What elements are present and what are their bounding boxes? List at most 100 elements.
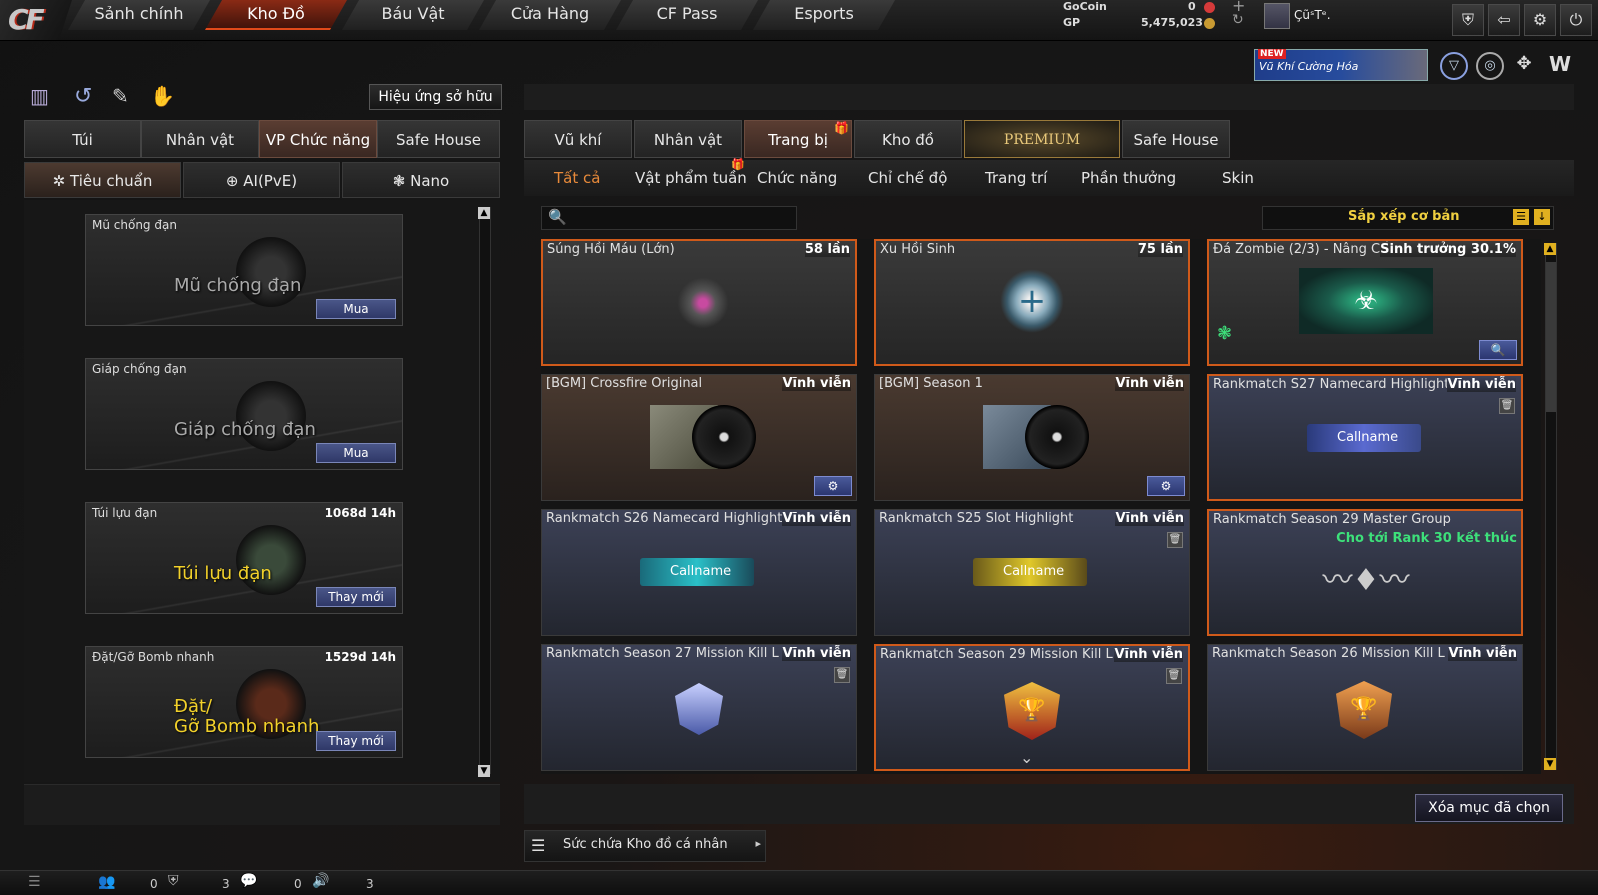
left-scroll-down[interactable]: ▼	[478, 765, 490, 777]
subtab-ai-pve[interactable]: ⊕ AI(PvE)	[183, 162, 340, 198]
shield-icon[interactable]: ⛨	[1452, 4, 1484, 36]
nav-tab-treasure[interactable]: Báu Vật	[342, 0, 484, 30]
renew-button[interactable]: Thay mới	[316, 731, 396, 751]
card-big-label: Mũ chống đạn	[174, 275, 302, 296]
trash-icon[interactable]: 🗑	[1167, 532, 1183, 548]
chat-icon[interactable]: 💬	[240, 873, 257, 889]
inventory-item[interactable]: Rankmatch Season 29 Master Group Cho tới…	[1207, 509, 1523, 636]
nav-tab-shop[interactable]: Cửa Hàng	[479, 0, 621, 30]
gear-icon[interactable]: ⚙	[1524, 4, 1556, 36]
speaker-count: 3	[366, 877, 374, 891]
nav-tab-cf-pass[interactable]: CF Pass	[616, 0, 758, 30]
menu-list-icon[interactable]: ☰	[28, 874, 41, 890]
inventory-item[interactable]: Rankmatch S26 Namecard Highlight Vĩnh vi…	[541, 509, 857, 636]
right-tab-premium[interactable]: PREMIUM	[964, 120, 1120, 158]
function-card-grenade-pouch[interactable]: Túi lựu đạn 1068d 14h Túi lựu đạn Thay m…	[85, 502, 403, 614]
subtab-decoration[interactable]: Trang trí	[985, 169, 1047, 187]
chevron-down-icon[interactable]: ⌄	[1020, 748, 1033, 767]
right-tab-equipment[interactable]: Trang bị 🎁	[744, 120, 852, 158]
trash-icon[interactable]: 🗑	[1166, 668, 1182, 684]
ranking-icon[interactable]: ▥	[30, 84, 49, 108]
right-tab-safe-house[interactable]: Safe House	[1122, 120, 1230, 158]
inventory-item[interactable]: Rankmatch Season 27 Mission Kill L Vĩnh …	[541, 644, 857, 771]
effects-owned-button[interactable]: Hiệu ứng sở hữu	[369, 84, 502, 110]
left-tab-bag[interactable]: Túi	[24, 120, 141, 158]
settings-button[interactable]: ⚙	[1147, 476, 1185, 496]
speaker-icon[interactable]: 🔊	[312, 873, 329, 889]
inventory-item[interactable]: Rankmatch S27 Namecard Highlight Vĩnh vi…	[1207, 374, 1523, 501]
chevron-right-icon[interactable]: ▸	[755, 837, 761, 850]
gift-icon: 🎁	[834, 121, 849, 135]
right-tab-storage[interactable]: Kho đồ	[854, 120, 962, 158]
inventory-item[interactable]: Đá Zombie (2/3) - Nâng Cấp Sinh trưởng 3…	[1207, 239, 1523, 366]
settings-button[interactable]: ⚙	[814, 476, 852, 496]
left-tab-character[interactable]: Nhân vật	[141, 120, 259, 158]
right-tab-characters[interactable]: Nhân vật	[634, 120, 742, 158]
delete-selected-button[interactable]: Xóa mục đã chọn	[1415, 794, 1563, 822]
globe-icon[interactable]: ◎	[1476, 52, 1504, 80]
friends-count: 0	[150, 877, 158, 891]
grid-scroll-thumb[interactable]	[1546, 262, 1556, 412]
grid-scroll-down[interactable]: ▼	[1544, 758, 1556, 770]
sort-dropdown[interactable]: Sắp xếp cơ bản ☰ ↓	[1262, 206, 1554, 230]
nav-tab-esports[interactable]: Esports	[753, 0, 895, 30]
badge-icon[interactable]: ▽	[1440, 52, 1468, 80]
crosshair-icon[interactable]: ✥	[1512, 52, 1536, 76]
cf-logo[interactable]: CF	[0, 0, 72, 40]
nav-tab-inventory[interactable]: Kho Đồ	[205, 0, 347, 30]
renew-button[interactable]: Thay mới	[316, 587, 396, 607]
magnify-button[interactable]: 🔍	[1479, 340, 1517, 360]
item-name: Rankmatch Season 26 Mission Kill L	[1212, 646, 1445, 661]
subtab-nano[interactable]: ❃ Nano	[342, 162, 500, 198]
friends-icon[interactable]: 👥	[98, 874, 115, 890]
refresh-icon[interactable]: ↻	[1232, 12, 1244, 28]
subtab-skin[interactable]: Skin	[1222, 169, 1254, 187]
trash-icon[interactable]: 🗑	[1499, 398, 1515, 414]
sparkle-icon: ✲	[52, 172, 70, 190]
inventory-item[interactable]: [BGM] Season 1 Vĩnh viễn ⚙	[874, 374, 1190, 501]
left-scrollbar[interactable]	[479, 207, 491, 774]
subtab-mode-only[interactable]: Chỉ chế độ	[868, 169, 947, 187]
glove-icon[interactable]: ✋	[150, 84, 175, 108]
item-extra: Cho tới Rank 30 kết thúc	[1336, 531, 1517, 546]
grid-scroll-up[interactable]: ▲	[1544, 243, 1556, 255]
history-icon[interactable]: ↺	[74, 84, 92, 109]
function-card-quick-bomb[interactable]: Đặt/Gỡ Bomb nhanh 1529d 14h Đặt/ Gỡ Bomb…	[85, 646, 403, 758]
power-icon[interactable]: ⏻	[1560, 4, 1592, 36]
subtab-functional[interactable]: Chức năng	[757, 169, 837, 187]
search-input[interactable]: 🔍	[541, 206, 797, 230]
inventory-item[interactable]: Xu Hồi Sinh 75 lần +	[874, 239, 1190, 366]
function-card-helmet[interactable]: Mũ chống đạn Mũ chống đạn Mua	[85, 214, 403, 326]
function-card-armor[interactable]: Giáp chống đạn Giáp chống đạn Mua	[85, 358, 403, 470]
inventory-item[interactable]: Rankmatch Season 26 Mission Kill L Vĩnh …	[1207, 644, 1523, 771]
left-scroll-up[interactable]: ▲	[478, 207, 490, 219]
subtab-all[interactable]: Tất cả	[554, 169, 600, 187]
clan-shield-icon[interactable]: ⛨	[168, 873, 179, 889]
item-status: 58 lần	[804, 242, 850, 257]
trash-icon[interactable]: 🗑	[834, 667, 850, 683]
character-edit-icon[interactable]: ✎	[112, 84, 129, 108]
subtab-standard[interactable]: ✲ Tiêu chuẩn	[24, 162, 181, 198]
exit-room-icon[interactable]: ⇦	[1488, 4, 1520, 36]
inventory-item[interactable]: Súng Hồi Máu (Lớn) 58 lần	[541, 239, 857, 366]
card-duration: 1068d 14h	[324, 506, 396, 520]
sort-direction-icon[interactable]: ↓	[1534, 209, 1550, 225]
item-name: Rankmatch S27 Namecard Highlight	[1213, 377, 1450, 392]
list-view-icon[interactable]: ☰	[1513, 209, 1529, 225]
subtab-weekly-items[interactable]: Vật phẩm tuần	[635, 169, 747, 187]
buy-button[interactable]: Mua	[316, 299, 396, 319]
storage-capacity-bar[interactable]: ☰ Sức chứa Kho đồ cá nhân ▸	[524, 830, 766, 862]
item-status: Sinh trưởng 30.1%	[1380, 242, 1516, 257]
v-logo-icon[interactable]: W	[1548, 52, 1572, 76]
buy-button[interactable]: Mua	[316, 443, 396, 463]
left-tab-safe-house[interactable]: Safe House	[377, 120, 500, 158]
subtab-rewards[interactable]: Phần thưởng	[1081, 169, 1176, 187]
right-tab-weapons[interactable]: Vũ khí	[524, 120, 632, 158]
nav-tab-lobby[interactable]: Sảnh chính	[68, 0, 210, 30]
card-title: Đặt/Gỡ Bomb nhanh	[92, 650, 215, 664]
inventory-item[interactable]: Rankmatch S25 Slot Highlight Vĩnh viễn 🗑…	[874, 509, 1190, 636]
inventory-item[interactable]: Rankmatch Season 29 Mission Kill L Vĩnh …	[874, 644, 1190, 771]
promo-banner[interactable]: NEW Vũ Khí Cường Hóa	[1254, 49, 1428, 81]
inventory-item[interactable]: [BGM] Crossfire Original Vĩnh viễn ⚙	[541, 374, 857, 501]
left-tab-function-items[interactable]: VP Chức năng	[259, 120, 377, 158]
